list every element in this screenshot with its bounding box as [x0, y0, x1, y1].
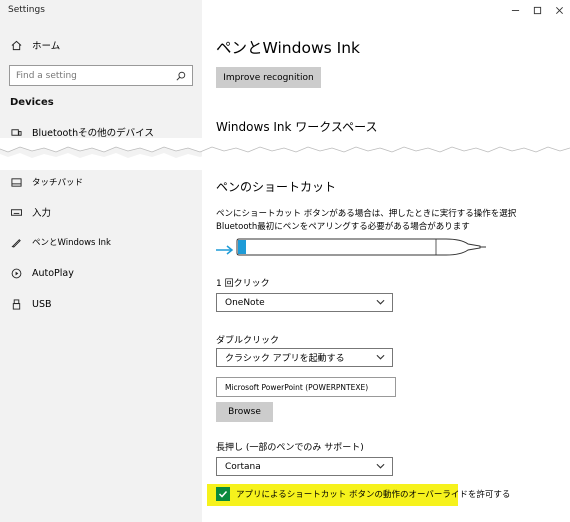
browse-button[interactable]: Browse — [216, 402, 273, 422]
chevron-down-icon — [376, 463, 385, 469]
bluetooth-devices-icon — [10, 126, 22, 138]
search-icon[interactable] — [176, 71, 186, 81]
minimize-icon — [511, 9, 519, 11]
workspace-heading: Windows Ink ワークスペース — [216, 120, 378, 134]
single-click-value: OneNote — [225, 297, 265, 308]
sidebar-item-pen[interactable]: ペンとWindows Ink — [10, 233, 111, 251]
keyboard-icon — [10, 206, 22, 218]
long-press-label: 長押し (一部のペンでのみ サポート) — [216, 443, 364, 453]
minimize-button[interactable] — [504, 0, 526, 20]
sidebar: Settings ホーム Devices Bluetoothその他のデバイス タ… — [0, 0, 202, 522]
long-press-dropdown[interactable]: Cortana — [216, 457, 393, 476]
window-controls — [504, 0, 570, 20]
double-click-value: クラシック アプリを起動する — [225, 354, 345, 364]
maximize-button[interactable] — [526, 0, 548, 20]
shortcuts-heading: ペンのショートカット — [216, 180, 337, 194]
app-path-field[interactable]: Microsoft PowerPoint (POWERPNTEXE) — [216, 377, 396, 397]
chevron-down-icon — [376, 354, 385, 360]
sidebar-item-label: USB — [32, 298, 52, 310]
double-click-dropdown[interactable]: クラシック アプリを起動する — [216, 348, 393, 367]
close-icon — [555, 6, 563, 14]
maximize-icon — [533, 6, 541, 14]
checkmark-icon — [218, 490, 228, 498]
usb-icon — [10, 298, 22, 310]
override-checkbox[interactable] — [216, 487, 230, 501]
shortcuts-description: ペンにショートカット ボタンがある場合は、押したときに実行する操作を選択Blue… — [216, 209, 517, 232]
app-title: Settings — [8, 5, 45, 15]
page-title: ペンとWindows Ink — [216, 39, 360, 57]
autoplay-icon — [10, 267, 22, 279]
sidebar-item-home[interactable]: ホーム — [10, 36, 60, 54]
close-button[interactable] — [548, 0, 570, 20]
torn-edge — [0, 138, 570, 170]
single-click-label: 1 回クリック — [216, 279, 270, 289]
sidebar-item-label: ペンとWindows Ink — [32, 238, 111, 248]
sidebar-item-typing[interactable]: 入力 — [10, 203, 51, 221]
long-press-value: Cortana — [225, 461, 261, 472]
chevron-down-icon — [376, 299, 385, 305]
sidebar-item-label: Bluetoothその他のデバイス — [32, 128, 154, 139]
touchpad-icon — [10, 176, 22, 188]
override-checkbox-label[interactable]: アプリによるショートカット ボタンの動作のオーバーライドを許可する — [236, 488, 510, 500]
pen-illustration — [236, 236, 486, 262]
sidebar-item-label: AutoPlay — [32, 267, 74, 279]
improve-recognition-button[interactable]: Improve recognition — [216, 67, 321, 88]
single-click-dropdown[interactable]: OneNote — [216, 293, 393, 312]
arrow-icon — [216, 240, 234, 259]
sidebar-item-label: タッチパッド — [32, 178, 84, 188]
pen-icon — [10, 236, 22, 248]
sidebar-item-touchpad[interactable]: タッチパッド — [10, 173, 83, 191]
sidebar-item-label: 入力 — [32, 208, 52, 219]
sidebar-item-label: ホーム — [32, 41, 61, 52]
sidebar-item-usb[interactable]: USB — [10, 295, 52, 313]
search-input[interactable] — [16, 70, 176, 81]
double-click-label: ダブルクリック — [216, 336, 280, 346]
section-label-devices: Devices — [10, 97, 54, 108]
sidebar-item-autoplay[interactable]: AutoPlay — [10, 264, 74, 282]
search-box[interactable] — [9, 65, 193, 86]
home-icon — [10, 39, 22, 51]
